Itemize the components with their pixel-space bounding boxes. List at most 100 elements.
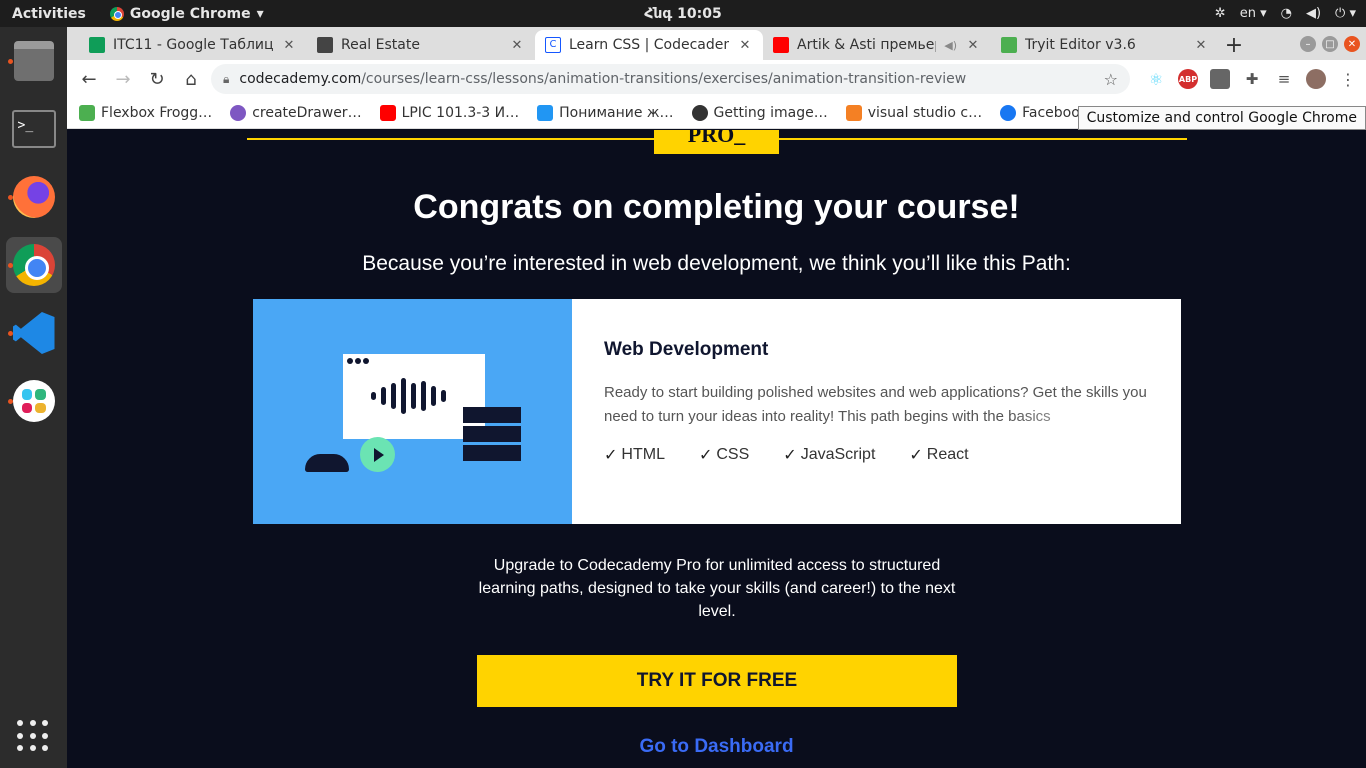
dock-chrome[interactable] (5, 237, 62, 293)
activities-button[interactable]: Activities (0, 6, 98, 22)
server-icon (463, 407, 521, 464)
upgrade-text: Upgrade to Codecademy Pro for unlimited … (478, 557, 956, 620)
chrome-window: ITC11 - Google Таблицы ✕ Real Estate ✕ C… (67, 27, 1366, 768)
window-controls: – □ ✕ (1300, 36, 1360, 52)
window-close-button[interactable]: ✕ (1344, 36, 1360, 52)
dock-vscode[interactable] (6, 305, 62, 361)
path-card-body: Web Development Ready to start building … (572, 299, 1181, 524)
youtube-icon (773, 37, 789, 53)
tab-strip: ITC11 - Google Таблицы ✕ Real Estate ✕ C… (67, 27, 1366, 60)
dashboard-link[interactable]: Go to Dashboard (67, 736, 1366, 758)
sheets-icon (89, 37, 105, 53)
adblock-icon[interactable]: ABP (1178, 69, 1198, 89)
youtube-icon (379, 105, 396, 121)
forward-button[interactable]: → (109, 65, 137, 93)
path-title[interactable]: Web Development (604, 339, 1149, 361)
app-menu-label: Google Chrome (129, 5, 251, 22)
close-icon[interactable]: ✕ (965, 38, 981, 53)
maximize-button[interactable]: □ (1322, 36, 1338, 52)
checkmark-icon: ✓ (604, 447, 618, 464)
checkmark-icon: ✓ (698, 447, 713, 464)
w3schools-icon (1001, 37, 1017, 53)
new-tab-button[interactable]: + (1219, 30, 1249, 60)
minimize-button[interactable]: – (1300, 36, 1316, 52)
pro-badge: PRO_ (654, 130, 779, 154)
profile-avatar[interactable] (1306, 69, 1326, 89)
power-icon[interactable]: ⏻ ▾ (1335, 6, 1356, 21)
back-button[interactable]: ← (75, 65, 103, 93)
slack-icon (12, 380, 55, 422)
mouse-icon (305, 454, 349, 472)
facebook-icon (1000, 105, 1017, 121)
vscode-icon (12, 312, 55, 354)
running-indicator (7, 399, 13, 404)
puzzle-icon[interactable]: ✚ (1242, 69, 1262, 89)
bookmark-item[interactable]: createDrawer… (230, 105, 362, 121)
tab-learn-css[interactable]: C Learn CSS | Codecademy ✕ (535, 30, 763, 60)
extensions-area: ⚛ ABP ✚ ≡ ⋮ (1146, 69, 1358, 89)
dock: >_ (0, 27, 67, 768)
close-icon[interactable]: ✕ (509, 38, 525, 53)
running-indicator (7, 331, 13, 336)
home-button[interactable]: ⌂ (177, 65, 205, 93)
close-icon[interactable]: ✕ (281, 38, 297, 53)
bookmark-item[interactable]: LPIC 101.3-3 И… (379, 105, 519, 121)
path-card[interactable]: Web Development Ready to start building … (253, 299, 1181, 524)
path-description: Ready to start building polished website… (604, 381, 1149, 429)
stackoverflow-icon (845, 105, 862, 121)
close-icon[interactable]: ✕ (737, 38, 753, 53)
bookmark-item[interactable]: visual studio c… (845, 105, 982, 121)
globe-icon (691, 105, 708, 121)
audio-playing-icon[interactable]: ◀) (944, 39, 957, 52)
running-indicator (7, 195, 13, 200)
bookmark-item[interactable]: Getting image… (691, 105, 828, 121)
files-icon (13, 41, 54, 81)
window-dots (347, 358, 369, 364)
react-devtools-icon[interactable]: ⚛ (1146, 69, 1166, 89)
tab-title: ITC11 - Google Таблицы (113, 37, 273, 53)
chrome-icon (12, 244, 55, 286)
chrome-icon (109, 6, 124, 21)
bookmark-item[interactable]: Faceboo (1000, 105, 1080, 121)
bookmark-item[interactable]: Flexbox Frogg… (79, 105, 212, 121)
dock-terminal[interactable]: >_ (6, 101, 62, 157)
tag-css: ✓ CSS (698, 446, 750, 464)
path-illustration (253, 299, 572, 524)
slack-tray-icon[interactable]: ✲ (1215, 6, 1226, 21)
material-icon (230, 105, 247, 121)
page-title: Congrats on completing your course! (413, 188, 1020, 226)
firefox-icon (12, 176, 55, 218)
wifi-icon[interactable]: ◔ (1281, 6, 1292, 21)
tab-youtube[interactable]: Artik & Asti премьер ◀) ✕ (763, 30, 991, 60)
dock-slack[interactable] (6, 373, 62, 429)
tab-real-estate[interactable]: Real Estate ✕ (307, 30, 535, 60)
volume-icon[interactable]: ◀) (1306, 6, 1321, 21)
dock-files[interactable] (6, 33, 62, 89)
url-text[interactable]: codecademy.com/courses/learn-css/lessons… (239, 71, 1093, 87)
bookmark-star-icon[interactable]: ☆ (1104, 70, 1118, 89)
tag-html: ✓ HTML (604, 446, 665, 464)
system-tray: ✲ en ▾ ◔ ◀) ⏻ ▾ (1215, 0, 1356, 27)
checkmark-icon: ✓ (783, 447, 797, 464)
close-icon[interactable]: ✕ (1193, 38, 1209, 53)
address-bar[interactable]: 🔒︎ codecademy.com/courses/learn-css/less… (211, 64, 1130, 94)
media-controls-icon[interactable]: ≡ (1274, 69, 1294, 89)
frog-icon (79, 105, 95, 121)
language-indicator[interactable]: en ▾ (1240, 6, 1267, 21)
show-applications-icon[interactable] (17, 720, 49, 752)
extension-icon[interactable] (1210, 69, 1230, 89)
tab-tryit[interactable]: Tryit Editor v3.6 ✕ (991, 30, 1219, 60)
try-free-button[interactable]: TRY IT FOR FREE (477, 655, 957, 707)
app-menu[interactable]: Google Chrome ▾ (109, 5, 264, 22)
tab-itc11[interactable]: ITC11 - Google Таблицы ✕ (79, 30, 307, 60)
bookmark-item[interactable]: Понимание ж… (537, 105, 674, 121)
reload-button[interactable]: ↻ (143, 65, 171, 93)
tab-title: Learn CSS | Codecademy (569, 37, 729, 53)
tab-title: Tryit Editor v3.6 (1025, 37, 1136, 53)
tab-title: Real Estate (341, 37, 420, 53)
tooltip: Customize and control Google Chrome (1077, 106, 1366, 130)
dock-firefox[interactable] (6, 169, 62, 225)
lock-icon[interactable]: 🔒︎ (223, 72, 229, 87)
tab-title: Artik & Asti премьер (797, 37, 937, 53)
chrome-menu-icon[interactable]: ⋮ (1338, 69, 1358, 89)
